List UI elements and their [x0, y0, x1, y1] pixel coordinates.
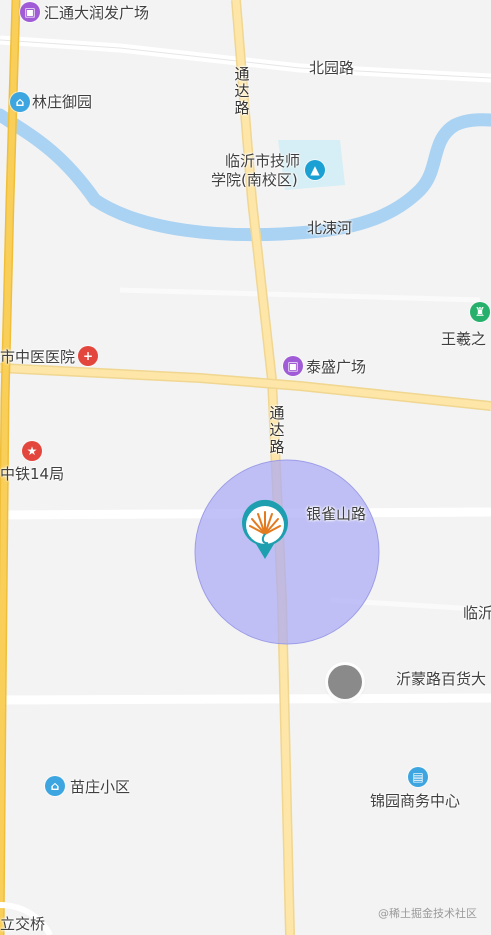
yinque-road-label: 银雀山路: [306, 505, 367, 523]
poi-linyi-right-label: 临沂: [463, 604, 491, 622]
shopping-bag-icon: ▣: [20, 2, 40, 22]
peacock-logo-marker-icon: [242, 499, 288, 559]
yimeng-road-label: 沂蒙路百货大: [396, 670, 487, 688]
locate-button-icon[interactable]: [328, 665, 362, 699]
location-marker[interactable]: [239, 499, 291, 561]
poi-jinyuan-label: 锦园商务中心: [370, 792, 461, 810]
watermark: @稀土掘金技术社区: [378, 907, 477, 920]
north-road-label: 北园路: [309, 59, 355, 77]
scenic-icon: ♜: [470, 302, 490, 322]
poi-wangxi-label: 王羲之: [441, 330, 487, 348]
map-view[interactable]: 北园路 通达路 通达路 银雀山路 沂蒙路百货大 北涑河 ▣ 汇通大润发广场 ⌂ …: [0, 0, 491, 935]
poi-school-label-line1: 临沂市技师: [225, 152, 301, 170]
residential-icon: ⌂: [45, 776, 65, 796]
poi-linzhuang-label: 林庄御园: [32, 93, 93, 111]
shopping-bag-icon: ▣: [283, 356, 303, 376]
poi-taisheng-label: 泰盛广场: [306, 358, 367, 376]
tongda-road-label-upper: 通达路: [234, 65, 250, 117]
minor-road-a: [119, 287, 481, 303]
poi-bridge-label: 立交桥: [0, 915, 46, 933]
yimeng-road: [0, 693, 491, 705]
company-icon: ★: [22, 441, 42, 461]
tongda-road-label-lower: 通达路: [269, 404, 285, 456]
hospital-cross-icon: +: [78, 346, 98, 366]
poi-huitong-label: 汇通大润发广场: [44, 4, 150, 22]
school-cap-icon: ▲: [305, 160, 325, 180]
poi-zhongtie-label: 中铁14局: [0, 465, 65, 483]
poi-miaozhuang-label: 苗庄小区: [70, 778, 131, 796]
hospital-road-fill: [0, 364, 491, 410]
residential-icon: ⌂: [10, 92, 30, 112]
poi-school-label-line2: 学院(南校区): [211, 171, 298, 189]
river-label: 北涑河: [307, 219, 353, 237]
office-building-icon: ▤: [408, 767, 428, 787]
poi-hospital-label: 市中医医院: [0, 348, 76, 366]
